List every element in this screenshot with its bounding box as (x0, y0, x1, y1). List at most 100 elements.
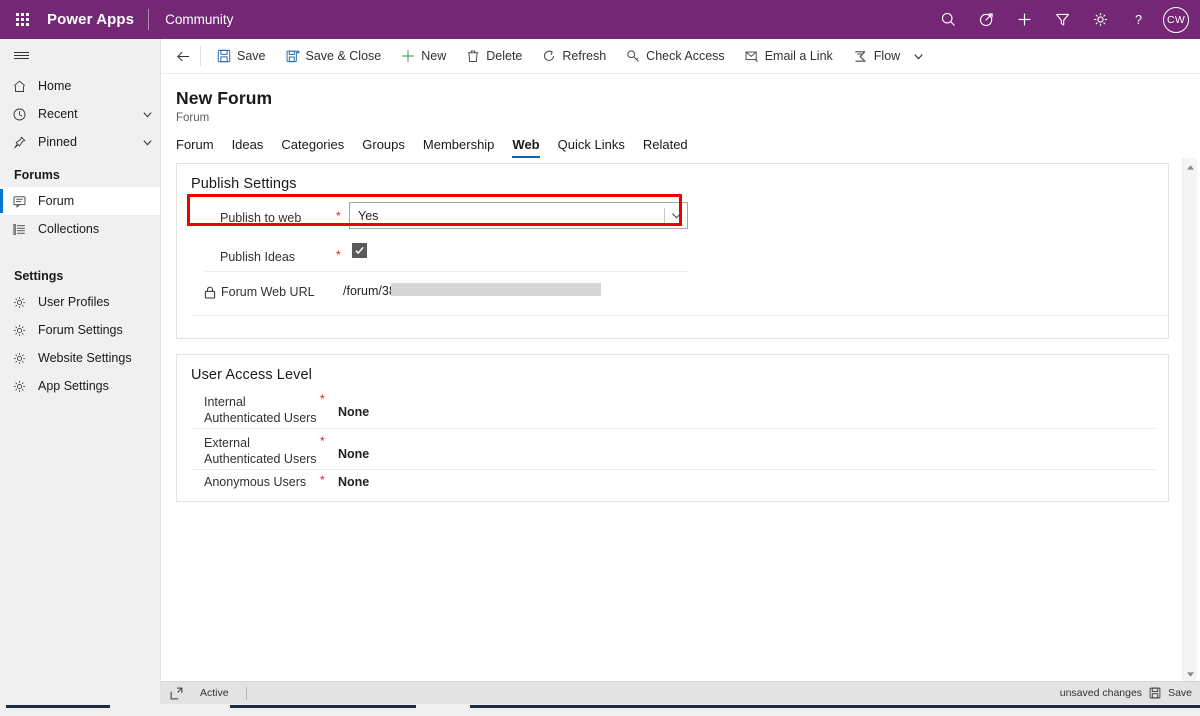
save-and-close-button[interactable]: Save & Close (276, 39, 392, 74)
chevron-down-icon[interactable] (134, 108, 160, 121)
sidebar-item-label: Home (38, 79, 72, 93)
record-header: New Forum Forum (161, 74, 1200, 124)
footer-save-button[interactable]: Save (1168, 687, 1192, 699)
sidebar-item-label: Website Settings (38, 351, 132, 365)
flow-button[interactable]: Flow (843, 39, 910, 74)
sidebar-item-forum[interactable]: Forum (0, 187, 160, 215)
internal-users-value[interactable]: None (338, 405, 369, 419)
brand-title[interactable]: Power Apps (44, 0, 148, 39)
sidebar-group-forums: Forums (14, 168, 60, 182)
sidebar-item-app-settings[interactable]: App Settings (0, 372, 160, 400)
gear-icon (12, 351, 38, 366)
save-icon (217, 49, 231, 63)
plus-icon[interactable] (1005, 0, 1043, 39)
publish-settings-section: Publish Settings Publish to web * Yes Pu… (176, 163, 1169, 339)
save-and-close-label: Save & Close (305, 49, 382, 63)
sidebar-item-label: Forum Settings (38, 323, 123, 337)
sidebar-item-forum-settings[interactable]: Forum Settings (0, 316, 160, 344)
command-divider (200, 46, 201, 66)
publish-ideas-checkbox[interactable] (352, 243, 367, 258)
tab-groups[interactable]: Groups (353, 137, 414, 158)
main-content: Save Save & Close New Delete Refresh Che… (161, 39, 1200, 716)
expand-icon[interactable] (170, 687, 183, 700)
scroll-up-arrow-icon[interactable] (1183, 160, 1198, 174)
sidebar-item-user-profiles[interactable]: User Profiles (0, 288, 160, 316)
horizontal-scroll-thumb-right[interactable] (470, 705, 1200, 708)
publish-ideas-label: Publish Ideas (220, 250, 296, 264)
row-divider (191, 428, 1156, 429)
help-icon[interactable]: ? (1119, 0, 1157, 39)
delete-button-label: Delete (486, 49, 523, 63)
refresh-icon (542, 49, 556, 63)
required-marker: * (320, 434, 325, 448)
app-launcher-icon[interactable] (0, 0, 44, 39)
horizontal-scroll-thumb-left[interactable] (6, 705, 110, 708)
internal-authenticated-users-label-group: Internal Authenticated Users (204, 394, 317, 426)
sidebar-item-recent[interactable]: Recent (0, 100, 160, 128)
tab-quick-links[interactable]: Quick Links (549, 137, 634, 158)
avatar[interactable]: CW (1163, 6, 1189, 33)
tab-related[interactable]: Related (634, 137, 697, 158)
new-button[interactable]: New (391, 39, 456, 74)
environment-name[interactable]: Community (149, 0, 233, 39)
anonymous-users-label: Anonymous Users (204, 475, 307, 489)
tab-forum[interactable]: Forum (176, 137, 223, 158)
sidebar-item-home[interactable]: Home (0, 72, 160, 100)
save-button-label: Save (237, 49, 266, 63)
save-close-icon (286, 49, 300, 63)
chevron-down-icon[interactable] (134, 136, 160, 149)
form-vertical-scrollbar[interactable] (1182, 158, 1197, 683)
key-icon (626, 49, 640, 63)
row-divider (191, 469, 1156, 470)
back-arrow-icon[interactable] (168, 39, 198, 74)
flow-icon (853, 49, 868, 64)
search-icon[interactable] (929, 0, 967, 39)
forum-web-url-label-group: Forum Web URL (204, 285, 315, 300)
check-access-label: Check Access (646, 49, 725, 63)
tab-web[interactable]: Web (503, 137, 548, 158)
header-actions: ? CW (929, 0, 1200, 39)
save-button[interactable]: Save (207, 39, 276, 74)
publish-to-web-label-group: Publish to web (220, 211, 301, 226)
unsaved-changes-text: unsaved changes (1059, 687, 1143, 699)
left-sidebar: Home Recent Pinned Forums Forum Collecti… (0, 39, 161, 716)
refresh-button[interactable]: Refresh (532, 39, 616, 74)
diagnostics-icon[interactable] (967, 0, 1005, 39)
forum-icon (12, 194, 38, 209)
email-a-link-button[interactable]: Email a Link (735, 39, 843, 74)
horizontal-scroll-thumb-mid[interactable] (230, 705, 416, 708)
lock-icon (204, 286, 216, 299)
chevron-down-icon[interactable] (665, 209, 687, 222)
waffle-grid (15, 13, 29, 26)
collections-icon (12, 222, 38, 237)
scroll-down-arrow-icon[interactable] (1183, 667, 1198, 681)
clock-icon (12, 107, 38, 122)
anonymous-users-value[interactable]: None (338, 475, 369, 489)
record-status: Active (200, 687, 229, 699)
save-icon[interactable] (1149, 687, 1161, 699)
tab-membership[interactable]: Membership (414, 137, 504, 158)
external-users-label-line1: External (204, 436, 250, 450)
publish-to-web-dropdown[interactable]: Yes (349, 202, 688, 229)
gear-icon[interactable] (1081, 0, 1119, 39)
email-link-icon (745, 49, 759, 63)
new-button-label: New (421, 49, 447, 63)
forum-web-url-value: /forum/38 (343, 284, 396, 298)
status-footer: Active unsaved changes Save (161, 681, 1200, 704)
external-users-value[interactable]: None (338, 447, 369, 461)
tab-ideas[interactable]: Ideas (223, 137, 273, 158)
sidebar-item-collections[interactable]: Collections (0, 215, 160, 243)
hamburger-menu-icon[interactable] (0, 39, 160, 72)
top-header-bar: Power Apps Community ? CW (0, 0, 1200, 39)
gear-icon (12, 379, 38, 394)
delete-button[interactable]: Delete (456, 39, 532, 74)
plus-icon (401, 49, 415, 63)
check-access-button[interactable]: Check Access (616, 39, 735, 74)
tab-categories[interactable]: Categories (272, 137, 353, 158)
sidebar-item-pinned[interactable]: Pinned (0, 128, 160, 156)
filter-icon[interactable] (1043, 0, 1081, 39)
command-overflow-chevron-icon[interactable] (910, 39, 933, 74)
internal-users-label-line2: Authenticated Users (204, 411, 317, 425)
sidebar-item-website-settings[interactable]: Website Settings (0, 344, 160, 372)
